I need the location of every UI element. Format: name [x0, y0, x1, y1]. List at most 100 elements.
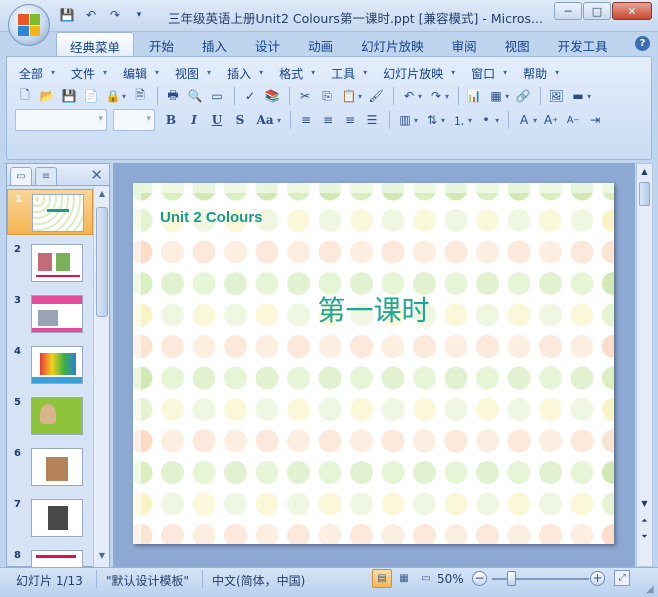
format-painter-icon[interactable]: 🖌	[366, 86, 386, 106]
menu-tools[interactable]: 工具	[329, 65, 367, 82]
font-color-icon[interactable]: A	[514, 110, 534, 130]
align-center-icon[interactable]: ≡	[318, 110, 338, 130]
slide-sorter-view-icon[interactable]: ▦	[394, 569, 414, 588]
menu-window[interactable]: 窗口	[469, 65, 507, 82]
zoom-slider-handle[interactable]	[507, 571, 516, 586]
zoom-out-button[interactable]: −	[472, 571, 487, 586]
undo-icon[interactable]: ↶	[82, 7, 100, 23]
close-icon[interactable]: ✕	[90, 166, 103, 184]
underline-button[interactable]: U	[207, 110, 227, 130]
slide-subtitle[interactable]: Unit 2 Colours	[160, 209, 263, 226]
tab-slideshow[interactable]: 幻灯片放映	[348, 32, 437, 56]
justify-icon[interactable]: ☰	[362, 110, 382, 130]
align-right-icon[interactable]: ≡	[340, 110, 360, 130]
scroll-up-icon[interactable]: ▲	[638, 165, 651, 178]
paste-icon[interactable]: 📋	[339, 86, 359, 106]
tab-classic-menu[interactable]: 经典菜单	[56, 32, 135, 56]
chevron-down-icon[interactable]: ▾	[277, 116, 281, 125]
tab-home[interactable]: 开始	[136, 32, 187, 56]
font-name-combo[interactable]	[15, 109, 107, 131]
slide-thumbnail[interactable]: 2	[7, 240, 93, 286]
menu-help[interactable]: 帮助	[521, 65, 559, 82]
chevron-down-icon[interactable]: ▾	[533, 116, 537, 125]
align-left-icon[interactable]: ≡	[296, 110, 316, 130]
spelling-icon[interactable]: ✓	[240, 86, 260, 106]
shrink-font-icon[interactable]: A −	[563, 110, 583, 130]
hyperlink-icon[interactable]: 🔗	[513, 86, 533, 106]
previous-slide-icon[interactable]: ⏶	[638, 514, 651, 527]
menu-edit[interactable]: 编辑	[121, 65, 159, 82]
tab-insert[interactable]: 插入	[189, 32, 240, 56]
slides-tab-icon[interactable]: ▭	[10, 167, 32, 185]
chevron-down-icon[interactable]: ▾	[441, 116, 445, 125]
color-icon[interactable]: ▬	[568, 86, 588, 106]
slide-thumbnail[interactable]: 5	[7, 393, 93, 439]
customize-icon[interactable]: ▾	[130, 7, 148, 23]
help-icon[interactable]: ?	[635, 36, 650, 51]
open-icon[interactable]: 📂	[37, 86, 57, 106]
slide-title[interactable]: 第一课时	[133, 289, 614, 329]
chevron-down-icon[interactable]: ▾	[445, 92, 449, 101]
slide-thumbnail[interactable]: 1	[7, 189, 93, 235]
menu-format[interactable]: 格式	[277, 65, 315, 82]
redo-icon[interactable]: ↷	[426, 86, 446, 106]
fit-to-window-icon[interactable]: ⤢	[614, 570, 630, 586]
slide-canvas[interactable]: Unit 2 Colours 第一课时	[133, 183, 614, 544]
tab-developer[interactable]: 开发工具	[545, 32, 621, 56]
research-icon[interactable]: ▭	[207, 86, 227, 106]
redo-icon[interactable]: ↷	[106, 7, 124, 23]
normal-view-icon[interactable]: ▤	[372, 569, 392, 588]
scroll-thumb[interactable]	[639, 182, 650, 206]
slide-thumbnail[interactable]: 3	[7, 291, 93, 337]
chevron-down-icon[interactable]: ▾	[495, 116, 499, 125]
chart-icon[interactable]: 📊	[464, 86, 484, 106]
print-preview-icon[interactable]: 🗎	[130, 86, 150, 106]
maximize-button[interactable]: □	[583, 2, 611, 20]
tab-animation[interactable]: 动画	[295, 32, 346, 56]
outline-tab-icon[interactable]: ≡	[35, 167, 57, 185]
scroll-down-icon[interactable]: ▼	[638, 497, 651, 510]
slideshow-view-icon[interactable]: ▭	[416, 569, 436, 588]
font-size-combo[interactable]	[113, 109, 155, 131]
scroll-thumb[interactable]	[96, 207, 108, 317]
save-icon[interactable]: 💾	[58, 7, 76, 23]
change-case-button[interactable]: Aa	[253, 110, 277, 130]
picture-icon[interactable]: 🖼	[546, 86, 566, 106]
menu-slideshow[interactable]: 幻灯片放映	[381, 65, 455, 82]
slide-scrollbar[interactable]: ▲ ▼ ⏶ ⏷	[636, 163, 653, 567]
zoom-level[interactable]: 50%	[437, 572, 464, 586]
office-button[interactable]	[8, 4, 50, 46]
indent-icon[interactable]: ⇥	[585, 110, 605, 130]
tab-design[interactable]: 设计	[242, 32, 293, 56]
permission-icon[interactable]: 🔒	[103, 86, 123, 106]
shadow-button[interactable]: S	[230, 110, 250, 130]
chevron-down-icon[interactable]: ▾	[468, 116, 472, 125]
resize-grip-icon[interactable]: ◢	[646, 585, 656, 595]
bold-button[interactable]: B	[161, 110, 181, 130]
menu-file[interactable]: 文件	[69, 65, 107, 82]
menu-view[interactable]: 视图	[173, 65, 211, 82]
menu-insert[interactable]: 插入	[225, 65, 263, 82]
panel-scrollbar[interactable]: ▲ ▼	[93, 187, 109, 567]
slide-thumbnail[interactable]: 6	[7, 444, 93, 490]
copy-icon[interactable]: ⎘	[317, 86, 337, 106]
slide-thumbnail[interactable]: 4	[7, 342, 93, 388]
table-icon[interactable]: ▦	[486, 86, 506, 106]
preview-icon[interactable]: 🔍	[185, 86, 205, 106]
close-button[interactable]: ✕	[612, 2, 652, 20]
minimize-button[interactable]: ─	[554, 2, 582, 20]
next-slide-icon[interactable]: ⏷	[638, 530, 651, 543]
menu-all[interactable]: 全部	[17, 65, 55, 82]
scroll-down-icon[interactable]: ▼	[96, 551, 108, 565]
undo-icon[interactable]: ↶	[399, 86, 419, 106]
chevron-down-icon[interactable]: ▾	[505, 92, 509, 101]
chevron-down-icon[interactable]: ▾	[358, 92, 362, 101]
save-icon[interactable]: 💾	[59, 86, 79, 106]
new-icon[interactable]: 🗋	[15, 86, 35, 106]
chevron-down-icon[interactable]: ▾	[418, 92, 422, 101]
print-icon[interactable]: 🖶	[163, 86, 183, 106]
reference-icon[interactable]: 📚	[262, 86, 282, 106]
columns-icon[interactable]: ▥	[395, 110, 415, 130]
tab-review[interactable]: 审阅	[439, 32, 490, 56]
italic-button[interactable]: I	[184, 110, 204, 130]
